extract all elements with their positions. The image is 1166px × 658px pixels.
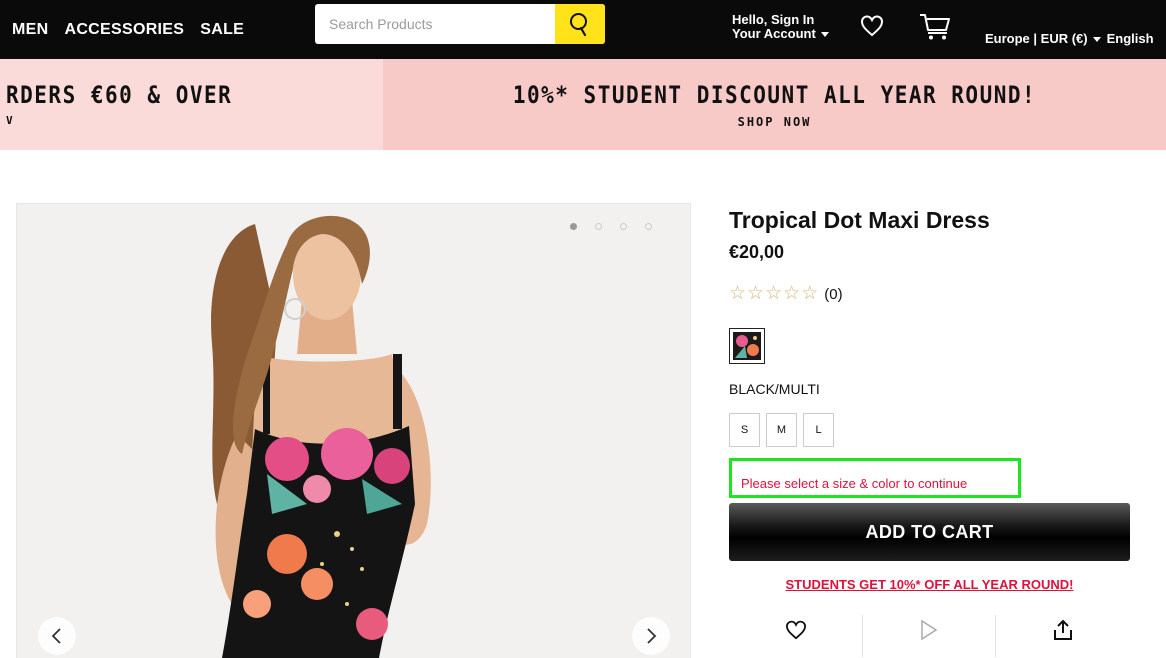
product-rating[interactable]: ☆ ☆ ☆ ☆ ☆ (0) — [729, 284, 843, 304]
chevron-left-icon — [51, 628, 61, 644]
gallery-dot[interactable] — [595, 223, 602, 230]
gallery-next-button[interactable] — [632, 617, 670, 655]
student-discount-link[interactable]: STUDENTS GET 10%* OFF ALL YEAR ROUND! — [729, 577, 1130, 592]
star-icon: ☆ — [801, 283, 819, 304]
nav-link-accessories[interactable]: ACCESSORIES — [64, 21, 184, 39]
search-icon — [570, 13, 587, 37]
validation-message: Please select a size & color to continue — [741, 476, 968, 491]
promo-banner-student[interactable]: 10%* STUDENT DISCOUNT ALL YEAR ROUND! SH… — [383, 59, 1166, 150]
gallery-pagination — [570, 223, 652, 230]
review-count: (0) — [824, 285, 843, 303]
size-option-m[interactable]: M — [766, 413, 797, 447]
product-photo — [17, 204, 690, 658]
search-button[interactable] — [555, 4, 605, 44]
search-input[interactable] — [315, 4, 555, 44]
promo-shipping-sub: V — [6, 114, 13, 127]
search-bar — [315, 4, 605, 44]
star-icon: ☆ — [783, 283, 801, 304]
account-menu[interactable]: Hello, Sign In Your Account — [732, 13, 829, 41]
heart-icon — [785, 620, 806, 640]
gallery-dot[interactable] — [645, 223, 652, 230]
share-button[interactable] — [996, 603, 1130, 657]
nav-link-sale[interactable]: SALE — [200, 21, 244, 39]
star-icon: ☆ — [747, 283, 765, 304]
top-navigation-bar: MEN ACCESSORIES SALE Hello, Sign In Your… — [0, 0, 1166, 59]
locale-selector[interactable]: Europe | EUR (€) English — [985, 31, 1154, 46]
nav-link-men[interactable]: MEN — [12, 21, 48, 39]
product-price: €20,00 — [729, 242, 785, 262]
account-greeting: Hello, Sign In — [732, 12, 815, 27]
size-option-s[interactable]: S — [729, 413, 760, 447]
gallery-dot[interactable] — [570, 223, 577, 230]
size-selector: S M L — [729, 413, 834, 447]
promo-shipping-text: RDERS €60 & OVER — [6, 81, 233, 109]
gallery-prev-button[interactable] — [38, 617, 76, 655]
promo-banner-shipping[interactable]: RDERS €60 & OVER V — [0, 59, 383, 150]
product-actions — [729, 603, 1130, 657]
locale-label: Europe | EUR (€) — [985, 31, 1088, 46]
chevron-down-icon — [1092, 37, 1101, 43]
validation-message-box: Please select a size & color to continue — [729, 458, 1021, 498]
star-icon: ☆ — [765, 283, 783, 304]
swatch-pattern — [733, 332, 761, 360]
size-option-l[interactable]: L — [803, 413, 834, 447]
wishlist-button[interactable] — [860, 14, 884, 43]
account-label: Your Account — [732, 26, 816, 41]
star-icon: ☆ — [729, 283, 747, 304]
color-swatch[interactable] — [729, 328, 765, 364]
rating-stars: ☆ ☆ ☆ ☆ ☆ — [729, 284, 818, 304]
promo-student-text: 10%* STUDENT DISCOUNT ALL YEAR ROUND! — [512, 81, 1037, 109]
chevron-down-icon — [820, 32, 829, 38]
selected-color-name: BLACK/MULTI — [729, 381, 820, 397]
product-image-gallery[interactable] — [16, 203, 691, 658]
play-icon — [921, 619, 938, 641]
product-title: Tropical Dot Maxi Dress — [729, 207, 990, 233]
add-to-cart-button[interactable]: ADD TO CART — [729, 503, 1130, 561]
language-label: English — [1106, 31, 1154, 46]
play-video-button[interactable] — [863, 603, 995, 657]
gallery-dot[interactable] — [620, 223, 627, 230]
heart-icon — [860, 15, 884, 37]
share-icon — [1054, 619, 1072, 640]
promo-shop-now-link[interactable]: SHOP NOW — [383, 115, 1166, 129]
chevron-right-icon — [647, 628, 657, 644]
category-nav: MEN ACCESSORIES SALE — [12, 0, 244, 59]
add-to-wishlist-button[interactable] — [729, 603, 862, 657]
cart-button[interactable] — [918, 13, 952, 46]
cart-icon — [920, 14, 950, 40]
